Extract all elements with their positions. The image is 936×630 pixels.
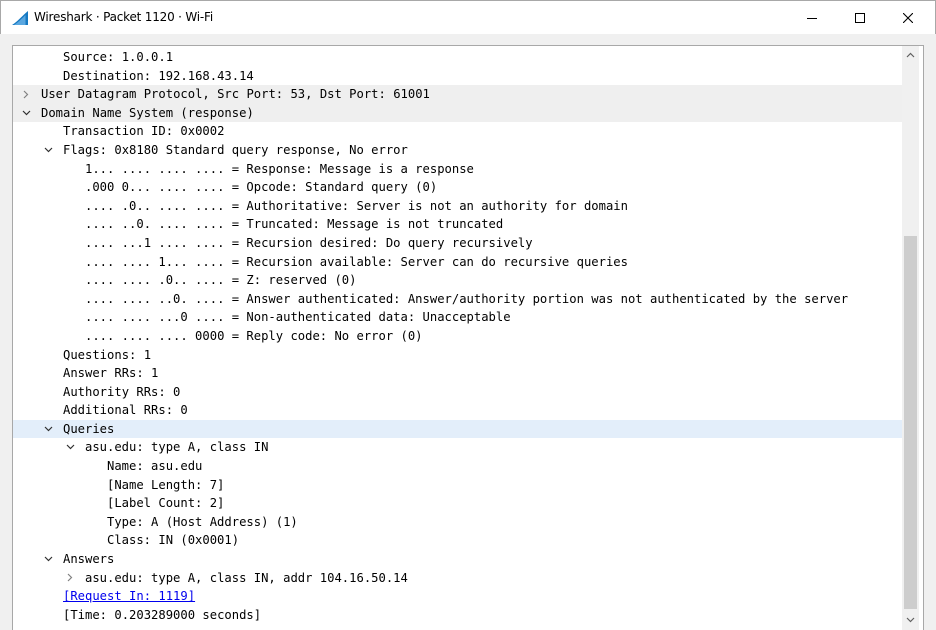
tree-row[interactable]: Class: IN (0x0001) (13, 531, 902, 550)
tree-row[interactable]: Queries (13, 419, 902, 439)
tree-row-label: .... .... ..0. .... = Answer authenticat… (85, 291, 849, 306)
tree-row-label: Additional RRs: 0 (63, 403, 188, 418)
tree-row[interactable]: .... .... ...0 .... = Non-authenticated … (13, 308, 902, 327)
tree-row[interactable]: Name: asu.edu (13, 457, 902, 476)
chevron-down-icon[interactable] (41, 550, 55, 568)
tree-row[interactable]: .... .... .... 0000 = Reply code: No err… (13, 327, 902, 346)
chevron-down-icon[interactable] (63, 438, 77, 456)
tree-row[interactable]: .... ...1 .... .... = Recursion desired:… (13, 234, 902, 253)
tree-row[interactable]: .000 0... .... .... = Opcode: Standard q… (13, 178, 902, 197)
title-bar[interactable]: Wireshark · Packet 1120 · Wi-Fi (0, 0, 936, 34)
tree-row-label: Type: A (Host Address) (1) (107, 514, 298, 529)
tree-row-label: .... ..0. .... .... = Truncated: Message… (85, 217, 504, 232)
tree-row-label: .... .... .... 0000 = Reply code: No err… (85, 328, 423, 343)
scroll-down-button[interactable] (902, 611, 919, 628)
vertical-scrollbar[interactable] (902, 46, 919, 630)
window-title: Wireshark · Packet 1120 · Wi-Fi (34, 10, 214, 24)
tree-row-label: .... .0.. .... .... = Authoritative: Ser… (85, 198, 628, 213)
tree-row[interactable]: .... .... ..0. .... = Answer authenticat… (13, 290, 902, 309)
tree-row-label: Authority RRs: 0 (63, 384, 181, 399)
tree-row[interactable]: [Name Length: 7] (13, 476, 902, 495)
tree-row-label: User Datagram Protocol, Src Port: 53, Ds… (41, 87, 430, 102)
tree-row-label: .... .... ...0 .... = Non-authenticated … (85, 310, 511, 325)
chevron-down-icon[interactable] (41, 141, 55, 159)
tree-row-label: 1... .... .... .... = Response: Message … (85, 161, 474, 176)
chevron-right-icon[interactable] (19, 85, 33, 103)
tree-row-label: .... .... .0.. .... = Z: reserved (0) (85, 273, 357, 288)
chevron-right-icon[interactable] (63, 569, 77, 587)
tree-row-label: Name: asu.edu (107, 459, 203, 474)
tree-row[interactable]: Transaction ID: 0x0002 (13, 122, 902, 141)
minimize-icon (807, 18, 817, 19)
request-in-link[interactable]: [Request In: 1119] (63, 587, 195, 606)
minimize-button[interactable] (789, 1, 835, 35)
tree-row[interactable]: .... ..0. .... .... = Truncated: Message… (13, 215, 902, 234)
chevron-up-icon (906, 52, 915, 57)
tree-row[interactable]: .... .0.. .... .... = Authoritative: Ser… (13, 197, 902, 216)
tree-row-label: [Label Count: 2] (107, 496, 225, 511)
tree-row[interactable]: Authority RRs: 0 (13, 383, 902, 402)
tree-row[interactable]: [Time: 0.203289000 seconds] (13, 606, 902, 625)
tree-row-label: asu.edu: type A, class IN, addr 104.16.5… (85, 570, 408, 585)
tree-row[interactable]: Flags: 0x8180 Standard query response, N… (13, 141, 902, 160)
tree-row[interactable]: Questions: 1 (13, 346, 902, 365)
tree-row[interactable]: 1... .... .... .... = Response: Message … (13, 160, 902, 179)
packet-details-tree[interactable]: Source: 1.0.0.1 Destination: 192.168.43.1… (13, 48, 902, 624)
chevron-down-icon[interactable] (19, 104, 33, 122)
tree-row-label: .... ...1 .... .... = Recursion desired:… (85, 235, 533, 250)
tree-row[interactable]: Answer RRs: 1 (13, 364, 902, 383)
tree-row-label: Domain Name System (response) (41, 105, 254, 120)
tree-row-label: Source: 1.0.0.1 (63, 50, 174, 64)
tree-row-label: [Name Length: 7] (107, 477, 225, 492)
tree-row[interactable]: Answers (13, 550, 902, 569)
maximize-button[interactable] (837, 1, 883, 35)
tree-row-label: Destination: 192.168.43.14 (63, 68, 254, 83)
tree-row[interactable]: .... .... .0.. .... = Z: reserved (0) (13, 271, 902, 290)
tree-row[interactable]: asu.edu: type A, class IN (13, 438, 902, 457)
scrollbar-thumb[interactable] (904, 236, 917, 609)
tree-row-label: Transaction ID: 0x0002 (63, 124, 225, 139)
tree-row-label: .000 0... .... .... = Opcode: Standard q… (85, 180, 438, 195)
scroll-up-button[interactable] (902, 46, 919, 63)
tree-row-label: Answer RRs: 1 (63, 366, 159, 381)
tree-row[interactable]: [Label Count: 2] (13, 494, 902, 513)
tree-row[interactable]: Type: A (Host Address) (1) (13, 513, 902, 532)
tree-row-label: Queries (63, 421, 115, 436)
tree-row[interactable]: asu.edu: type A, class IN, addr 104.16.5… (13, 569, 902, 588)
tree-row-label: asu.edu: type A, class IN (85, 440, 269, 455)
tree-row-label: [Time: 0.203289000 seconds] (63, 607, 262, 622)
packet-details-pane[interactable]: Source: 1.0.0.1 Destination: 192.168.43.1… (12, 45, 924, 630)
tree-row-label: Answers (63, 552, 115, 567)
close-button[interactable] (885, 1, 931, 35)
tree-row[interactable]: .... .... 1... .... = Recursion availabl… (13, 253, 902, 272)
tree-row[interactable]: Domain Name System (response) (13, 103, 902, 123)
close-icon (903, 13, 913, 23)
tree-row[interactable]: Destination: 192.168.43.14 (13, 67, 902, 86)
tree-row[interactable]: [Request In: 1119] (13, 587, 902, 606)
tree-row-label: Questions: 1 (63, 347, 152, 362)
chevron-down-icon (906, 617, 915, 622)
tree-row-label: Class: IN (0x0001) (107, 533, 240, 548)
chevron-down-icon[interactable] (41, 420, 55, 438)
tree-row-label: Flags: 0x8180 Standard query response, N… (63, 142, 408, 157)
maximize-icon (855, 13, 865, 23)
tree-row[interactable]: Additional RRs: 0 (13, 401, 902, 420)
tree-row[interactable]: User Datagram Protocol, Src Port: 53, Ds… (13, 85, 902, 104)
tree-row[interactable]: Source: 1.0.0.1 (13, 48, 902, 67)
wireshark-shark-fin-icon (12, 11, 28, 25)
tree-row-label: .... .... 1... .... = Recursion availabl… (85, 254, 628, 269)
